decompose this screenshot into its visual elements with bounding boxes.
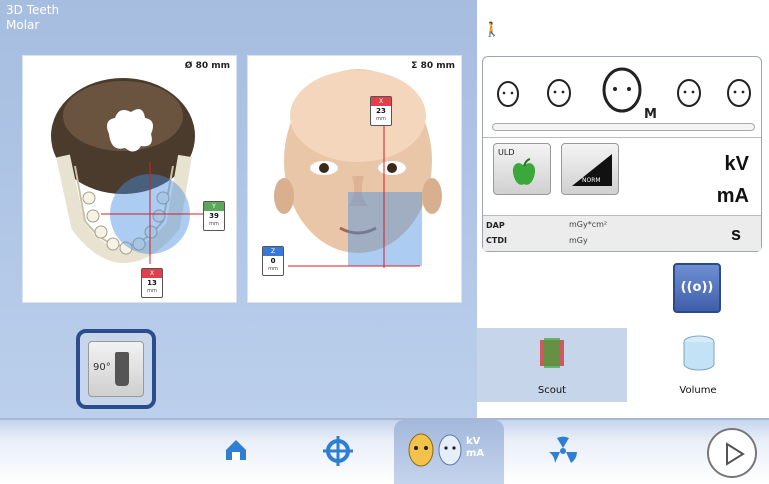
head-size-s-icon[interactable] <box>545 77 573 109</box>
home-icon <box>226 440 246 460</box>
x-position-tag-left[interactable]: X 13 mm <box>141 268 163 298</box>
head-profile-icon <box>438 434 462 466</box>
norm-button[interactable]: NORM <box>561 143 619 195</box>
ctdi-label: CTDI <box>486 236 507 245</box>
head-size-m-icon[interactable] <box>600 65 644 115</box>
tab-scout[interactable]: Scout <box>477 328 627 402</box>
scout-icon <box>540 338 564 368</box>
coronal-view-panel[interactable]: Σ 80 mm X 23 mm Z 0 mm <box>247 55 462 303</box>
rotate-90-button[interactable]: 90° <box>76 329 156 409</box>
program-title: 3D Teeth Molar <box>6 3 59 33</box>
exposure-time-label: s <box>730 224 741 244</box>
home-button[interactable] <box>216 436 256 476</box>
axial-skull-illustration <box>51 78 203 264</box>
fov-label-right: Σ 80 mm <box>411 61 455 71</box>
kv-label: kV <box>724 153 749 175</box>
parameters-area: 🚶 M ULD NORM kV mA DAP mGy*cm² CTDI mGy … <box>477 0 769 430</box>
program-subname: Molar <box>6 18 40 32</box>
parameters-panel: M ULD NORM kV mA DAP mGy*cm² CTDI mGy s <box>482 56 762 252</box>
play-icon <box>726 442 745 466</box>
volume-label: Volume <box>679 385 717 396</box>
apple-icon <box>512 158 536 185</box>
parameters-nav-tab[interactable]: kV mA <box>394 420 504 484</box>
target-icon <box>323 436 353 466</box>
rotate-90-label: 90° <box>93 362 111 373</box>
kv-ma-nav-label: kV mA <box>466 436 485 459</box>
y-position-tag[interactable]: Y 39 mm <box>203 201 225 231</box>
bottom-nav-bar: kV mA <box>0 418 769 484</box>
person-icon: 🚶 <box>483 22 501 38</box>
dap-unit: mGy*cm² <box>569 220 608 229</box>
ma-label: mA <box>716 185 749 207</box>
radiation-button[interactable] <box>543 436 583 476</box>
axial-view-panel[interactable]: Ø 80 mm Y 39 mm X 13 mm <box>22 55 237 303</box>
next-button[interactable] <box>707 428 757 478</box>
dap-label: DAP <box>486 221 505 230</box>
radiation-icon <box>549 436 577 463</box>
selected-size-label: M <box>644 107 657 122</box>
sensor-icon <box>115 352 129 386</box>
rotate-90-face: 90° <box>88 341 144 397</box>
z-position-tag[interactable]: Z 0 mm <box>262 246 284 276</box>
expose-button[interactable]: ((o)) <box>673 263 721 313</box>
patient-face-icon <box>408 433 434 467</box>
mode-tabs: Scout Volume <box>477 328 769 402</box>
x-position-tag-right[interactable]: X 23 mm <box>370 96 392 126</box>
divider <box>483 137 761 138</box>
program-name: 3D Teeth <box>6 3 60 17</box>
uld-label: ULD <box>498 148 515 157</box>
head-size-xs-icon[interactable] <box>495 79 521 109</box>
fov-label: Ø 80 mm <box>184 61 230 71</box>
tab-volume[interactable]: Volume <box>627 328 769 402</box>
scout-label: Scout <box>537 385 567 396</box>
head-size-xl-icon[interactable] <box>725 77 753 109</box>
norm-label: NORM <box>582 177 601 184</box>
size-slider[interactable] <box>492 123 755 131</box>
uld-button[interactable]: ULD <box>493 143 551 195</box>
head-size-l-icon[interactable] <box>675 77 703 109</box>
dose-info-row: DAP mGy*cm² CTDI mGy s <box>483 215 761 251</box>
positioning-button[interactable] <box>318 436 358 476</box>
volume-cylinder-icon <box>683 335 715 371</box>
ctdi-unit: mGy <box>569 236 588 245</box>
